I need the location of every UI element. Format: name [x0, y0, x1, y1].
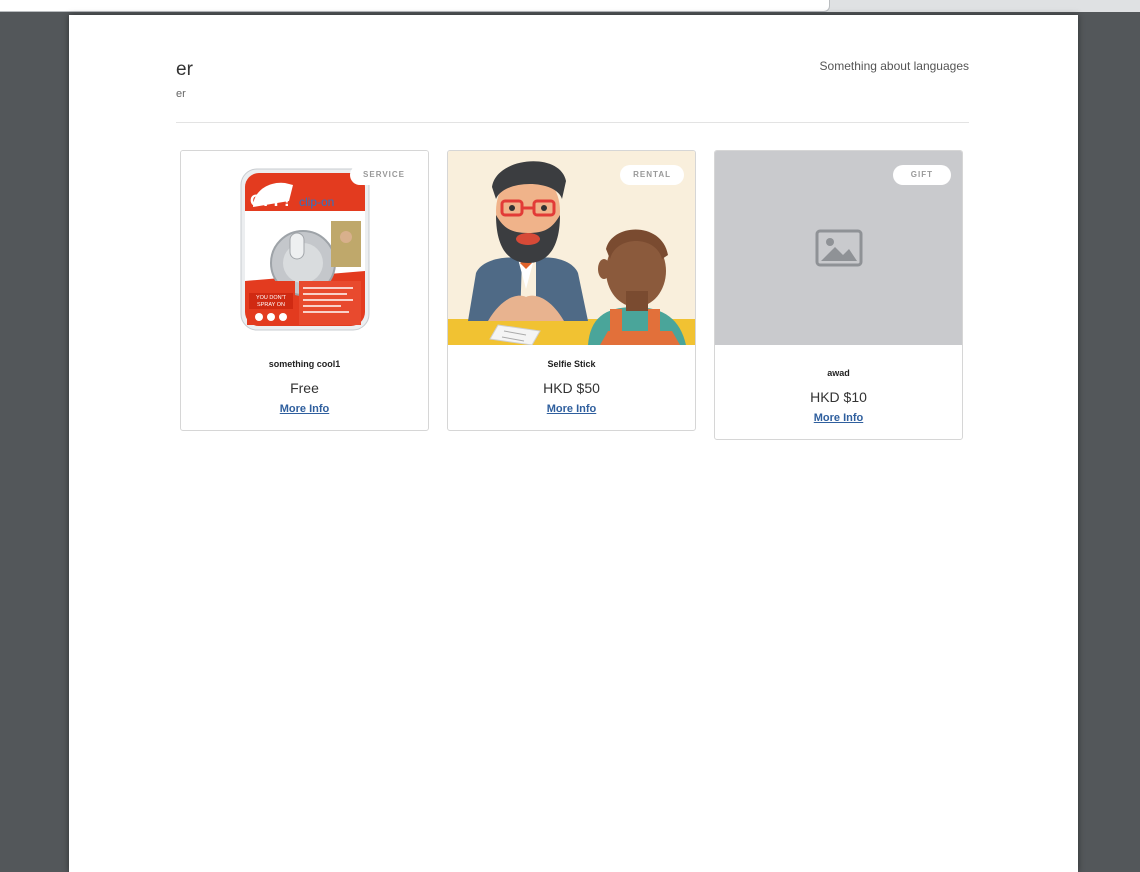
slogan-line-1: YOU DON'T [256, 295, 287, 301]
more-info-link-container: More Info [448, 403, 695, 415]
category-badge: SERVICE [350, 165, 418, 185]
product-price: Free [290, 380, 319, 396]
product-card[interactable]: GIFT awad HKD $10 More Info [714, 150, 963, 440]
store-tagline: Something about languages [819, 59, 969, 73]
store-subtitle: er [176, 88, 186, 100]
product-price: HKD $10 [810, 389, 867, 405]
category-badge: RENTAL [620, 165, 684, 185]
more-info-link[interactable]: More Info [814, 412, 864, 424]
slogan-line-2: SPRAY ON [257, 302, 285, 308]
product-price: HKD $50 [543, 380, 600, 396]
product-image[interactable]: RENTAL [448, 151, 695, 345]
product-image[interactable]: OFF! clip-on YOU DON'T SPRAY ON SERVICE [181, 151, 428, 345]
product-name: awad [827, 368, 850, 378]
product-card[interactable]: RENTAL Selfie Stick HKD $50 More Info [447, 150, 696, 431]
more-info-link[interactable]: More Info [280, 403, 330, 415]
product-card[interactable]: OFF! clip-on YOU DON'T SPRAY ON SERVICE … [180, 150, 429, 431]
more-info-link-container: More Info [715, 412, 962, 424]
more-info-link[interactable]: More Info [547, 403, 597, 415]
header-divider [176, 122, 969, 123]
store-header: er er Something about languages [176, 57, 969, 123]
browser-top-bar [0, 0, 1140, 12]
clip-on-text: clip-on [299, 195, 334, 209]
off-logo-text: OFF! [250, 191, 290, 210]
product-image[interactable]: GIFT [715, 151, 962, 345]
category-badge: GIFT [892, 165, 951, 185]
more-info-link-container: More Info [181, 403, 428, 415]
product-name: Selfie Stick [547, 359, 596, 369]
product-name: something cool1 [268, 359, 341, 369]
storefront-page: er er Something about languages OFF! cli… [69, 15, 1078, 872]
store-title: er [176, 59, 193, 80]
address-bar[interactable] [0, 0, 830, 12]
